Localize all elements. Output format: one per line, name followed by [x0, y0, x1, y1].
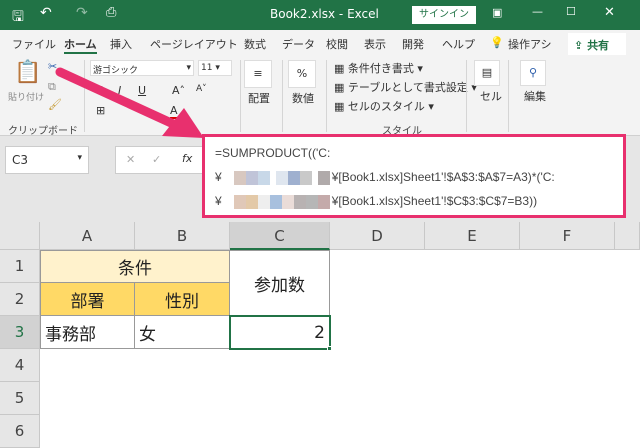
column-header-a[interactable]: A — [40, 222, 135, 250]
formula-input[interactable]: =SUMPRODUCT(('C: ¥ ¥[Book1.xlsx]Sheet1'!$… — [202, 134, 626, 218]
save-icon[interactable]: 🖫 — [12, 6, 24, 30]
column-header-b[interactable]: B — [135, 222, 230, 250]
share-button[interactable]: ⇪ 共有 — [568, 33, 626, 55]
tab-developer[interactable]: 開発 — [402, 36, 424, 52]
minimize-icon[interactable]: — — [532, 5, 543, 18]
title-bar: 🖫 ↶ ↷ ⎙ Book2.xlsx - Excel サインイン ▣ — ☐ ✕ — [0, 0, 640, 30]
ribbon: 📋 貼り付け ✂ ⧉ 🖌 クリップボード 游ゴシック ▾ 11 ▾ B I U A… — [0, 58, 640, 137]
tab-review[interactable]: 校閲 — [326, 36, 348, 52]
row-header-4[interactable]: 4 — [0, 349, 40, 382]
conditional-format-button[interactable]: ▦ 条件付き書式 ▾ — [334, 60, 423, 76]
cells-button[interactable]: セル — [480, 88, 502, 104]
format-painter-icon[interactable]: 🖌 — [48, 98, 62, 111]
cell-c3-selected[interactable]: 2 — [229, 315, 331, 350]
formula-line-3: ¥ ¥[Book1.xlsx]Sheet1'!$C$3:$C$7=B3)) — [215, 194, 538, 209]
tell-me-search[interactable]: 操作アシ — [508, 36, 552, 52]
select-all[interactable] — [0, 222, 40, 250]
increase-font-icon[interactable]: A˄ — [172, 84, 185, 97]
underline-icon[interactable]: U — [138, 84, 146, 97]
formula-line-2: ¥ ¥[Book1.xlsx]Sheet1'!$A$3:$A$7=A3)*('C: — [215, 170, 555, 185]
tab-help[interactable]: ヘルプ — [442, 36, 475, 52]
signin-button[interactable]: サインイン — [412, 6, 476, 24]
formula-bar: C3 ▾ ✕ ✓ fx =SUMPRODUCT(('C: ¥ ¥[Book1.xls… — [0, 134, 640, 220]
align-icon[interactable]: ≡ — [244, 60, 272, 88]
undo-icon[interactable]: ↶ — [40, 5, 52, 21]
alignment-button[interactable]: 配置 — [248, 90, 270, 106]
search-icon[interactable]: ⚲ — [520, 60, 546, 86]
number-button[interactable]: 数値 — [292, 90, 314, 106]
lightbulb-icon: 💡 — [490, 36, 504, 49]
column-header-g[interactable] — [615, 222, 640, 250]
font-size-select[interactable]: 11 ▾ — [198, 60, 232, 76]
spreadsheet-grid: A B C D E F 1 2 3 4 5 6 条件 部署 性別 参加数 事務部… — [0, 222, 640, 448]
tab-file[interactable]: ファイル — [12, 36, 56, 52]
editing-button[interactable]: 編集 — [524, 88, 546, 104]
clipboard-group-label: クリップボード — [8, 126, 78, 137]
italic-icon[interactable]: I — [118, 84, 121, 97]
cell-c1-merged[interactable]: 参加数 — [230, 250, 330, 316]
cell-styles-button[interactable]: ▦ セルのスタイル ▾ — [334, 98, 434, 114]
font-color-icon[interactable]: A — [170, 104, 178, 119]
cells-icon[interactable]: ▤ — [474, 60, 500, 86]
formula-buttons: ✕ ✓ fx — [115, 146, 205, 174]
decrease-font-icon[interactable]: A˅ — [196, 84, 207, 94]
print-preview-icon[interactable]: ⎙ — [106, 5, 116, 20]
row-header-1[interactable]: 1 — [0, 250, 40, 283]
name-box[interactable]: C3 ▾ — [5, 146, 89, 174]
row-header-6[interactable]: 6 — [0, 415, 40, 448]
borders-icon[interactable]: ⊞ — [96, 104, 105, 117]
redacted-path — [233, 170, 330, 185]
cancel-icon[interactable]: ✕ — [126, 153, 135, 166]
tab-insert[interactable]: 挿入 — [110, 36, 132, 52]
tab-home[interactable]: ホーム — [64, 36, 97, 54]
cell-a1-merged[interactable]: 条件 — [40, 250, 230, 283]
font-name-select[interactable]: 游ゴシック ▾ — [90, 60, 194, 76]
insert-function-icon[interactable]: fx — [182, 152, 192, 165]
tab-data[interactable]: データ — [282, 36, 315, 52]
cut-icon[interactable]: ✂ — [48, 60, 57, 73]
paste-icon[interactable]: 📋 — [14, 60, 41, 85]
cell-a3[interactable]: 事務部 — [40, 316, 135, 349]
tab-formulas[interactable]: 数式 — [244, 36, 266, 52]
column-header-c[interactable]: C — [230, 222, 330, 250]
percent-icon[interactable]: % — [288, 60, 316, 88]
tab-view[interactable]: 表示 — [364, 36, 386, 52]
maximize-icon[interactable]: ☐ — [566, 5, 576, 18]
redo-icon[interactable]: ↷ — [76, 5, 88, 21]
bold-icon[interactable]: B — [96, 84, 104, 97]
cell-a2[interactable]: 部署 — [40, 283, 135, 316]
formula-line-1: =SUMPRODUCT(('C: — [215, 146, 331, 160]
column-header-f[interactable]: F — [520, 222, 615, 250]
enter-icon[interactable]: ✓ — [152, 153, 161, 166]
column-header-e[interactable]: E — [425, 222, 520, 250]
fill-handle[interactable] — [327, 346, 332, 351]
format-as-table-button[interactable]: ▦ テーブルとして書式設定 ▾ — [334, 79, 477, 95]
ribbon-display-icon[interactable]: ▣ — [492, 6, 502, 19]
redacted-path — [233, 194, 330, 209]
window-title: Book2.xlsx - Excel — [270, 7, 379, 21]
column-header-d[interactable]: D — [330, 222, 425, 250]
cell-b2[interactable]: 性別 — [135, 283, 230, 316]
row-header-3[interactable]: 3 — [0, 316, 40, 349]
tab-page-layout[interactable]: ページレイアウト — [150, 36, 238, 52]
cell-b3[interactable]: 女 — [135, 316, 230, 349]
row-header-5[interactable]: 5 — [0, 382, 40, 415]
share-icon: ⇪ — [574, 39, 584, 52]
ribbon-tabs: ファイル ホーム 挿入 ページレイアウト 数式 データ 校閲 表示 開発 ヘルプ… — [0, 30, 640, 58]
paste-button[interactable]: 貼り付け — [8, 90, 44, 103]
copy-icon[interactable]: ⧉ — [48, 80, 56, 94]
row-header-2[interactable]: 2 — [0, 283, 40, 316]
close-icon[interactable]: ✕ — [604, 5, 615, 20]
